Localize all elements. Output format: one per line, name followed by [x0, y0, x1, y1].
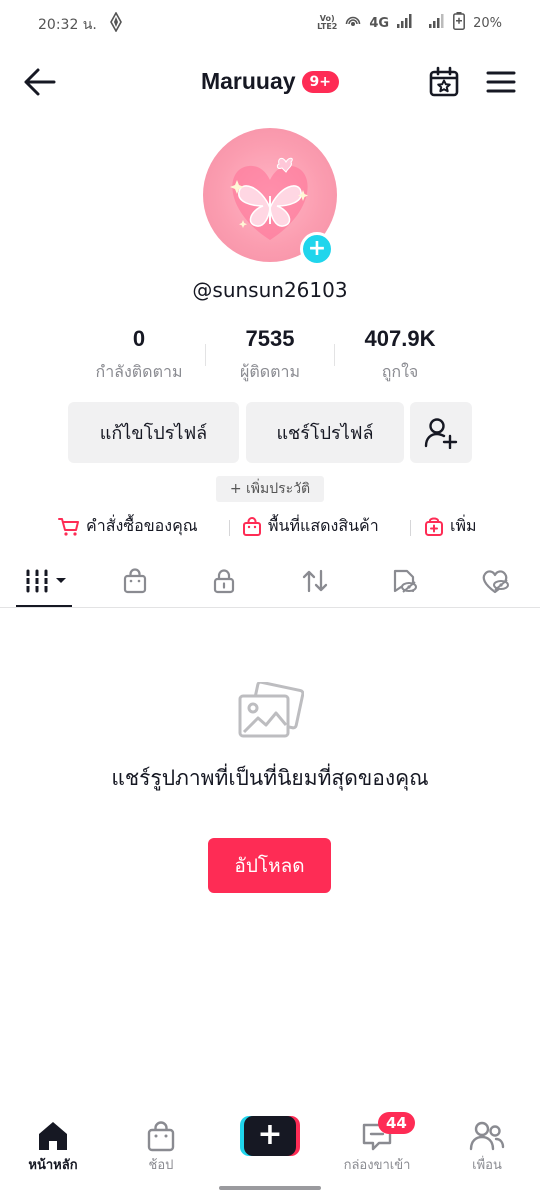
- menu-button[interactable]: [485, 68, 517, 96]
- photos-placeholder-icon: [236, 680, 305, 740]
- share-profile-button[interactable]: แชร์โปรไฟล์: [246, 402, 404, 463]
- profile-header: Maruuay 9+: [0, 56, 540, 110]
- shopping-bag-icon: [147, 1121, 175, 1152]
- hamburger-menu-icon: [486, 71, 516, 93]
- home-indicator[interactable]: [219, 1186, 321, 1190]
- edit-profile-button[interactable]: แก้ไขโปรไฟล์: [68, 402, 239, 463]
- status-bar: 20:32 น. Vo) LTE2 4G 20%: [0, 0, 540, 46]
- tab-favorites[interactable]: [384, 566, 424, 596]
- status-time: 20:32 น.: [38, 17, 97, 33]
- shopping-bag-icon: [243, 516, 261, 536]
- stat-value: 0: [132, 326, 146, 351]
- content-tabs: [0, 560, 540, 608]
- stat-label: ถูกใจ: [381, 362, 419, 381]
- stat-value: 407.9K: [364, 326, 436, 351]
- network-type: 4G: [369, 15, 390, 31]
- tab-reposts[interactable]: [295, 566, 335, 596]
- add-bio-button[interactable]: + เพิ่มประวัติ: [216, 476, 324, 502]
- hotspot-icon: [345, 13, 361, 33]
- showcase-label: พื้นที่แสดงสินค้า: [268, 516, 379, 535]
- signal-icon-1: [397, 14, 413, 32]
- stat-followers[interactable]: 7535 ผู้ติดตาม: [195, 326, 345, 385]
- tab-shop[interactable]: [115, 566, 155, 596]
- home-icon: [39, 1122, 67, 1150]
- tab-videos[interactable]: [22, 566, 72, 596]
- tab-private[interactable]: [204, 566, 244, 596]
- nav-home[interactable]: หน้าหลัก: [8, 1118, 98, 1175]
- bookmark-hidden-icon: [393, 569, 417, 593]
- create-button[interactable]: +: [240, 1116, 300, 1156]
- add-avatar-button[interactable]: +: [300, 232, 334, 266]
- battery-level: 20%: [473, 15, 502, 31]
- orders-link[interactable]: คำสั่งซื้อของคุณ: [58, 514, 198, 539]
- heart-hidden-icon: [482, 570, 509, 594]
- grid-columns-icon: [26, 569, 66, 593]
- active-tab-indicator: [16, 605, 72, 607]
- friends-icon: [469, 1121, 505, 1151]
- nav-friends-label: เพื่อน: [472, 1158, 502, 1173]
- stat-value: 7535: [245, 326, 295, 351]
- orders-label: คำสั่งซื้อของคุณ: [86, 516, 198, 535]
- cart-icon: [58, 517, 79, 536]
- profile-stats: 0 กำลังติดตาม 7535 ผู้ติดตาม 407.9K ถูกใ…: [0, 326, 540, 390]
- nav-inbox-label: กล่องขาเข้า: [343, 1158, 411, 1173]
- nav-friends[interactable]: เพื่อน: [442, 1118, 532, 1175]
- stat-label: กำลังติดตาม: [95, 362, 183, 381]
- battery-icon: [453, 12, 466, 34]
- username: @sunsun26103: [192, 278, 348, 302]
- calendar-star-icon: [429, 66, 459, 97]
- app-notification-icon: [110, 11, 122, 36]
- nav-shop-label: ช้อป: [148, 1158, 174, 1173]
- add-shop-link[interactable]: เพิ่ม: [424, 514, 477, 539]
- shop-divider: [229, 520, 230, 536]
- shop-links-row: คำสั่งซื้อของคุณ พื้นที่แสดงสินค้า เพิ่ม: [0, 512, 540, 542]
- calendar-button[interactable]: [428, 66, 460, 98]
- empty-state-message: แชร์รูปภาพที่เป็นที่นิยมที่สุดของคุณ: [111, 766, 429, 790]
- nav-shop[interactable]: ช้อป: [116, 1118, 206, 1175]
- nav-home-label: หน้าหลัก: [28, 1158, 78, 1173]
- tab-liked[interactable]: [475, 566, 515, 596]
- shopping-bag-icon: [123, 568, 147, 594]
- shop-divider: [410, 520, 411, 536]
- add-box-icon: [425, 517, 443, 536]
- signal-icon-2: [429, 14, 445, 32]
- upload-button[interactable]: อัปโหลด: [208, 838, 331, 893]
- lock-icon: [213, 569, 235, 594]
- create-plus-label: +: [257, 1117, 283, 1152]
- inbox-count-badge: 44: [378, 1112, 415, 1134]
- stat-label: ผู้ติดตาม: [239, 362, 301, 381]
- profile-display-name: Maruuay: [200, 68, 296, 94]
- stat-likes[interactable]: 407.9K ถูกใจ: [325, 326, 475, 385]
- account-switch-badge: 9+: [301, 70, 340, 93]
- showcase-link[interactable]: พื้นที่แสดงสินค้า: [242, 514, 379, 539]
- volte-icon: Vo) LTE2: [317, 14, 338, 31]
- add-friends-button[interactable]: [410, 402, 472, 463]
- stat-following[interactable]: 0 กำลังติดตาม: [64, 326, 214, 385]
- repost-icon: [302, 569, 328, 593]
- add-user-icon: [424, 417, 458, 449]
- add-label: เพิ่ม: [450, 516, 477, 535]
